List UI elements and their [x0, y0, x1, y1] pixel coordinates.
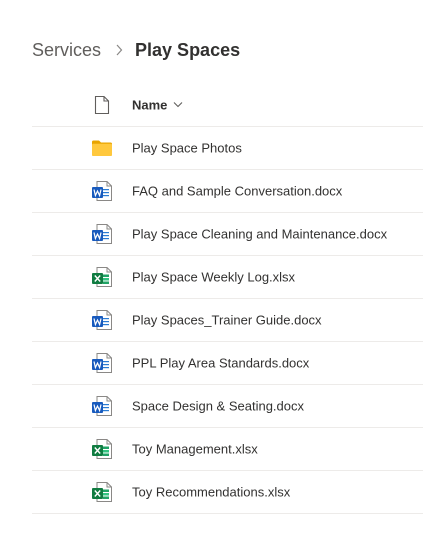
word-doc-icon	[90, 308, 114, 332]
file-name[interactable]: Toy Recommendations.xlsx	[132, 485, 290, 500]
list-item[interactable]: Play Spaces_Trainer Guide.docx	[32, 299, 423, 342]
list-item[interactable]: Play Space Photos	[32, 127, 423, 170]
list-item[interactable]: Play Space Weekly Log.xlsx	[32, 256, 423, 299]
word-doc-icon	[90, 179, 114, 203]
excel-file-icon	[90, 480, 114, 504]
list-item[interactable]: Space Design & Seating.docx	[32, 385, 423, 428]
file-name[interactable]: PPL Play Area Standards.docx	[132, 356, 309, 371]
breadcrumb: Services Play Spaces	[32, 36, 240, 64]
file-type-header-icon[interactable]	[90, 93, 114, 117]
list-item[interactable]: PPL Play Area Standards.docx	[32, 342, 423, 385]
page-title: Play Spaces	[135, 39, 241, 60]
list-item[interactable]: Toy Recommendations.xlsx	[32, 471, 423, 514]
list-item[interactable]: Toy Management.xlsx	[32, 428, 423, 471]
chevron-down-icon	[173, 102, 183, 108]
name-column-header[interactable]: Name	[132, 97, 183, 112]
list-header: Name	[32, 83, 423, 127]
file-name[interactable]: FAQ and Sample Conversation.docx	[132, 184, 342, 199]
excel-file-icon	[90, 437, 114, 461]
file-name[interactable]: Play Space Photos	[132, 141, 242, 156]
file-name[interactable]: Play Spaces_Trainer Guide.docx	[132, 313, 322, 328]
list-item[interactable]: Play Space Cleaning and Maintenance.docx	[32, 213, 423, 256]
word-doc-icon	[90, 222, 114, 246]
folder-icon	[90, 136, 114, 160]
file-list: Name Play Space Photos FAQ and Sample Co…	[32, 83, 423, 514]
excel-file-icon	[90, 265, 114, 289]
word-doc-icon	[90, 394, 114, 418]
breadcrumb-parent-link[interactable]: Services	[32, 40, 101, 61]
name-column-label: Name	[132, 97, 168, 112]
document-library: Services Play Spaces Name Play Space Pho…	[0, 0, 423, 538]
file-name[interactable]: Space Design & Seating.docx	[132, 399, 304, 414]
file-name[interactable]: Play Space Weekly Log.xlsx	[132, 270, 295, 285]
list-item[interactable]: FAQ and Sample Conversation.docx	[32, 170, 423, 213]
file-name[interactable]: Play Space Cleaning and Maintenance.docx	[132, 227, 387, 242]
file-name[interactable]: Toy Management.xlsx	[132, 442, 258, 457]
word-doc-icon	[90, 351, 114, 375]
chevron-right-icon	[115, 44, 123, 56]
